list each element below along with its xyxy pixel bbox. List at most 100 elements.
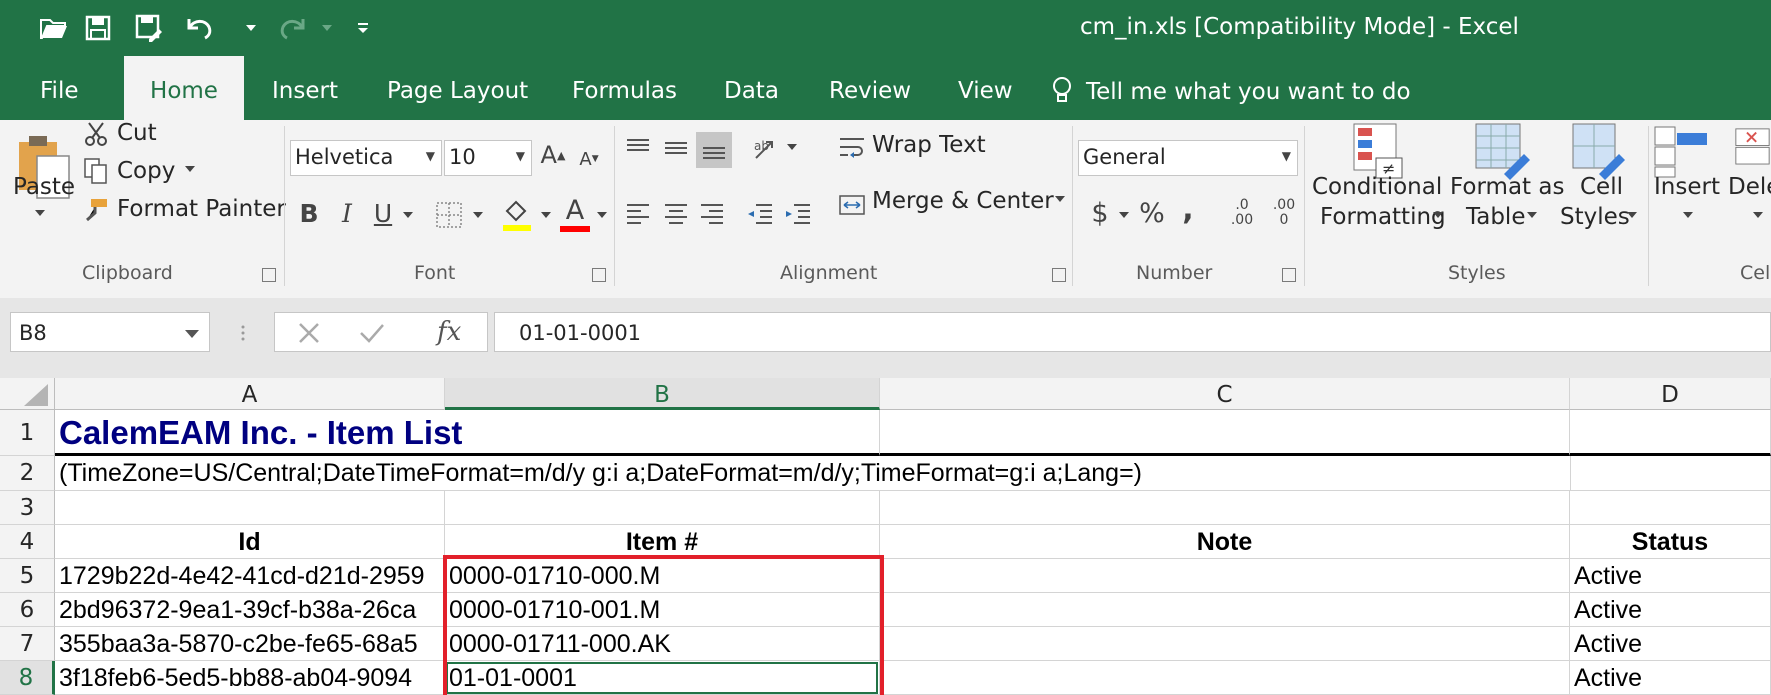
wrap-text-label[interactable]: Wrap Text <box>872 132 986 158</box>
currency-dropdown-icon[interactable] <box>1118 210 1130 220</box>
fill-color-dropdown-icon[interactable] <box>540 210 552 220</box>
undo-icon[interactable] <box>182 10 218 46</box>
table-header-status[interactable]: Status <box>1570 525 1771 559</box>
tab-review[interactable]: Review <box>829 56 911 120</box>
row-header-6[interactable]: 6 <box>0 593 55 627</box>
row-header-8[interactable]: 8 <box>0 661 55 695</box>
table-row-item-cell[interactable]: 0000-01710-001.M <box>445 593 880 627</box>
cell-c1[interactable] <box>880 410 1570 456</box>
cut-icon[interactable] <box>82 120 110 148</box>
row-header-3[interactable]: 3 <box>0 491 55 525</box>
table-row-status-cell[interactable]: Active <box>1570 661 1771 695</box>
bottom-align-icon[interactable] <box>696 132 732 168</box>
cell-d3[interactable] <box>1570 491 1771 525</box>
font-color-icon[interactable]: A <box>558 194 592 234</box>
tab-home[interactable]: Home <box>124 56 244 120</box>
cell-styles-label-1[interactable]: Cell <box>1580 174 1623 200</box>
table-row-status-cell[interactable]: Active <box>1570 627 1771 661</box>
align-left-icon[interactable] <box>622 200 654 228</box>
italic-button[interactable]: I <box>334 196 360 230</box>
save-as-icon[interactable] <box>131 10 167 46</box>
merge-center-icon[interactable] <box>836 188 868 222</box>
row-header-7[interactable]: 7 <box>0 627 55 661</box>
undo-dropdown-icon[interactable] <box>244 10 258 46</box>
table-row-note-cell[interactable] <box>880 559 1570 593</box>
table-header-item[interactable]: Item # <box>445 525 880 559</box>
table-row-id-cell[interactable]: 355baa3a-5870-c2be-fe65-68a5 <box>55 627 445 661</box>
copy-label[interactable]: Copy <box>117 158 175 184</box>
number-launcher-icon[interactable] <box>1282 268 1296 282</box>
row-header-1[interactable]: 1 <box>0 410 55 456</box>
underline-button[interactable]: U <box>370 196 396 230</box>
increase-indent-icon[interactable] <box>782 200 814 228</box>
cut-label[interactable]: Cut <box>117 120 157 146</box>
align-right-icon[interactable] <box>696 200 728 228</box>
format-painter-label[interactable]: Format Painter <box>117 196 286 222</box>
bold-button[interactable]: B <box>296 196 322 230</box>
column-header-b[interactable]: B <box>445 378 880 410</box>
table-row-note-cell[interactable] <box>880 593 1570 627</box>
number-format-combo[interactable]: General ▼ <box>1078 140 1298 176</box>
enter-icon[interactable] <box>359 321 385 349</box>
tab-data[interactable]: Data <box>724 56 779 120</box>
clipboard-launcher-icon[interactable] <box>262 268 276 282</box>
tab-file[interactable]: File <box>40 56 79 120</box>
font-name-combo[interactable]: Helvetica ▼ <box>290 140 442 176</box>
wrap-text-icon[interactable] <box>836 132 868 166</box>
column-header-c[interactable]: C <box>880 378 1570 410</box>
open-icon[interactable] <box>36 10 72 46</box>
borders-dropdown-icon[interactable] <box>472 210 484 220</box>
select-all-button[interactable] <box>0 378 55 410</box>
cell-a2[interactable]: (TimeZone=US/Central;DateTimeFormat=m/d/… <box>55 456 1570 491</box>
customize-qat-icon[interactable] <box>356 10 370 46</box>
conditional-formatting-label-1[interactable]: Conditional <box>1312 174 1442 200</box>
paste-dropdown-icon[interactable] <box>34 208 46 218</box>
fill-color-icon[interactable] <box>500 196 534 234</box>
row-header-2[interactable]: 2 <box>0 456 55 491</box>
format-as-table-icon[interactable] <box>1470 120 1534 182</box>
cell-d1[interactable] <box>1570 410 1771 456</box>
copy-icon[interactable] <box>82 156 110 186</box>
insert-cells-icon[interactable] <box>1652 124 1712 180</box>
table-row-id-cell[interactable]: 3f18feb6-5ed5-bb88-ab04-9094 <box>55 661 445 695</box>
copy-dropdown-icon[interactable] <box>184 164 196 174</box>
underline-dropdown-icon[interactable] <box>402 210 414 220</box>
table-row-note-cell[interactable] <box>880 661 1570 695</box>
row-header-5[interactable]: 5 <box>0 559 55 593</box>
cell-styles-dropdown-icon[interactable] <box>1626 210 1638 220</box>
table-row-note-cell[interactable] <box>880 627 1570 661</box>
format-as-table-label-2[interactable]: Table <box>1466 204 1525 230</box>
currency-button[interactable]: $ <box>1086 196 1114 230</box>
tab-formulas[interactable]: Formulas <box>572 56 677 120</box>
table-row-item-cell[interactable]: 0000-01711-000.AK <box>445 627 880 661</box>
cell-a3[interactable] <box>55 491 445 525</box>
merge-dropdown-icon[interactable] <box>1054 194 1066 204</box>
table-row-id-cell[interactable]: 2bd96372-9ea1-39cf-b38a-26ca <box>55 593 445 627</box>
name-box[interactable]: B8 <box>10 312 210 352</box>
increase-decimal-icon[interactable]: .0 .00 <box>1222 196 1262 230</box>
table-row-status-cell[interactable]: Active <box>1570 559 1771 593</box>
worksheet-grid[interactable]: A B C D 1 CalemEAM Inc. - Item List 2 (T… <box>0 378 1771 695</box>
formula-input[interactable]: 01-01-0001 <box>494 312 1771 352</box>
orientation-icon[interactable]: ab <box>748 134 786 164</box>
cell-styles-label-2[interactable]: Styles <box>1560 204 1630 230</box>
insert-dropdown-icon[interactable] <box>1682 210 1694 220</box>
orientation-dropdown-icon[interactable] <box>786 142 798 152</box>
delete-cells-label[interactable]: Dele <box>1728 174 1771 200</box>
conditional-dropdown-icon[interactable] <box>1432 210 1444 220</box>
shrink-font-icon[interactable]: A ▼ <box>578 146 600 172</box>
tab-page-layout[interactable]: Page Layout <box>387 56 528 120</box>
delete-dropdown-icon[interactable] <box>1752 210 1764 220</box>
format-painter-icon[interactable] <box>82 194 110 224</box>
decrease-decimal-icon[interactable]: .00 0 <box>1264 196 1304 230</box>
comma-button[interactable]: , <box>1178 192 1198 227</box>
row-header-4[interactable]: 4 <box>0 525 55 559</box>
table-row-item-cell[interactable]: 01-01-0001 <box>445 661 880 695</box>
table-row-title-cell[interactable]: CalemEAM Inc. - Item List <box>55 410 880 456</box>
table-header-note[interactable]: Note <box>880 525 1570 559</box>
table-header-id[interactable]: Id <box>55 525 445 559</box>
conditional-formatting-icon[interactable]: ≠ <box>1346 120 1410 182</box>
format-as-table-dropdown-icon[interactable] <box>1526 210 1538 220</box>
decrease-indent-icon[interactable] <box>744 200 776 228</box>
alignment-launcher-icon[interactable] <box>1052 268 1066 282</box>
